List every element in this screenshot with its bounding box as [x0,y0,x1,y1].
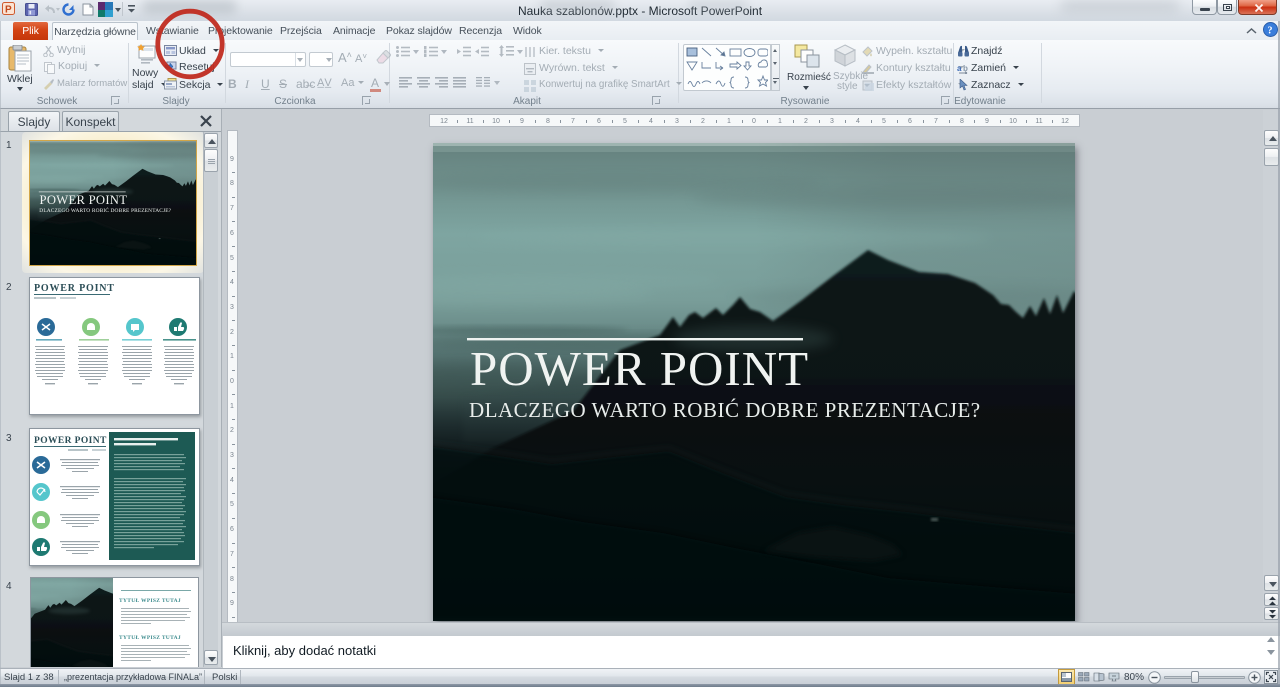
svg-text:a: a [957,64,962,73]
svg-text:?: ? [1268,26,1273,37]
svg-text:POWER POINT: POWER POINT [34,436,107,446]
svg-text:TYTUŁ WPISZ TUTAJ: TYTUŁ WPISZ TUTAJ [119,635,181,641]
svg-text:P: P [5,5,12,16]
svg-text:POWER POINT: POWER POINT [34,283,115,294]
svg-text:TYTUŁ WPISZ TUTAJ: TYTUŁ WPISZ TUTAJ [119,598,181,604]
